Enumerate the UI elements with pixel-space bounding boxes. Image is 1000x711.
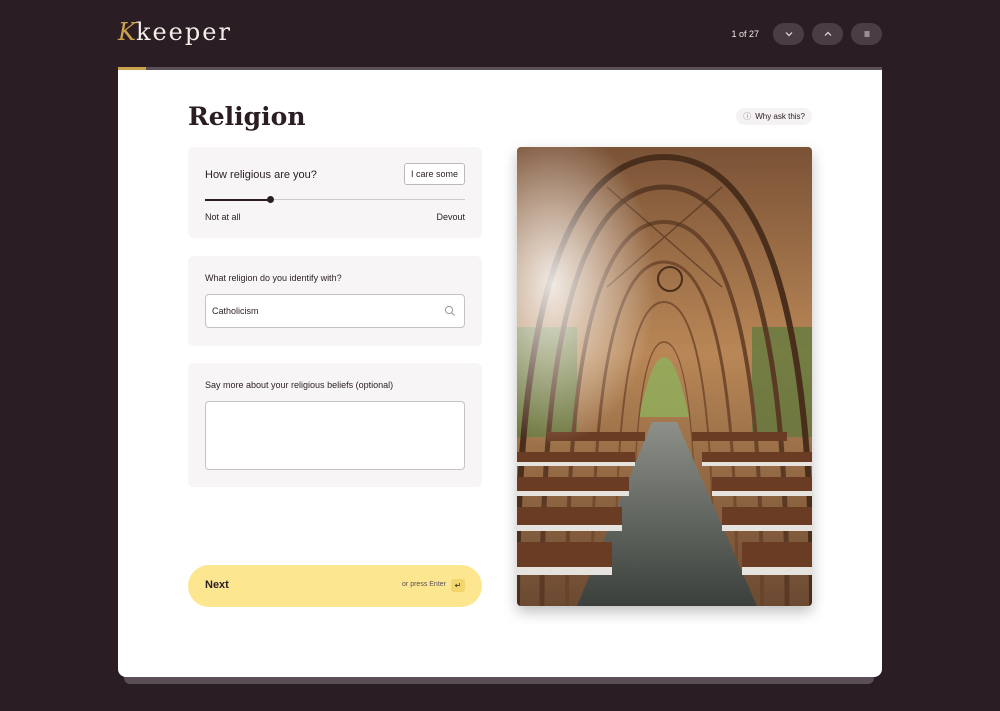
previous-question-button[interactable]: [812, 23, 843, 45]
question-counter: 1 of 27: [731, 29, 759, 39]
info-icon: ⓘ: [743, 112, 752, 121]
why-ask-button[interactable]: ⓘ Why ask this?: [736, 108, 812, 125]
beliefs-panel: Say more about your religious beliefs (o…: [188, 363, 482, 487]
religiosity-value-badge: I care some: [403, 163, 465, 185]
religiosity-slider[interactable]: [205, 196, 465, 203]
enter-key-icon: ↵: [451, 579, 465, 592]
page-title: Religion: [188, 102, 306, 131]
religion-search-input[interactable]: Catholicism: [205, 294, 465, 328]
enter-hint: or press Enter: [402, 581, 446, 588]
chevron-up-icon: [824, 31, 831, 36]
menu-button[interactable]: [851, 23, 882, 45]
why-ask-label: Why ask this?: [755, 112, 805, 121]
beliefs-textarea[interactable]: [205, 401, 465, 470]
next-button[interactable]: Next or press Enter ↵: [188, 565, 482, 607]
menu-icon: [864, 31, 869, 37]
religion-panel: What religion do you identify with? Cath…: [188, 256, 482, 346]
beliefs-question: Say more about your religious beliefs (o…: [205, 380, 394, 390]
religiosity-panel: How religious are you? I care some Not a…: [188, 147, 482, 238]
religion-search-value: Catholicism: [212, 306, 259, 316]
search-icon: [444, 305, 455, 316]
card-underlay: [124, 676, 874, 684]
slider-fill: [205, 198, 270, 201]
next-question-button[interactable]: [773, 23, 804, 45]
chevron-down-icon: [785, 32, 792, 37]
religiosity-question: How religious are you?: [205, 169, 317, 181]
question-card: Religion ⓘ Why ask this? How religious a…: [118, 70, 882, 677]
top-navigation: 1 of 27: [731, 23, 882, 45]
slider-max-label: Devout: [436, 212, 465, 222]
logo-mark: K: [118, 18, 138, 46]
slider-min-label: Not at all: [205, 212, 241, 222]
logo: Kkeeper: [118, 18, 232, 46]
logo-text: keeper: [135, 18, 232, 46]
next-button-label: Next: [205, 579, 229, 591]
slider-thumb[interactable]: [266, 196, 274, 203]
chapel-illustration: [517, 147, 812, 606]
religion-question: What religion do you identify with?: [205, 273, 342, 283]
chapel-photo: [517, 147, 812, 606]
